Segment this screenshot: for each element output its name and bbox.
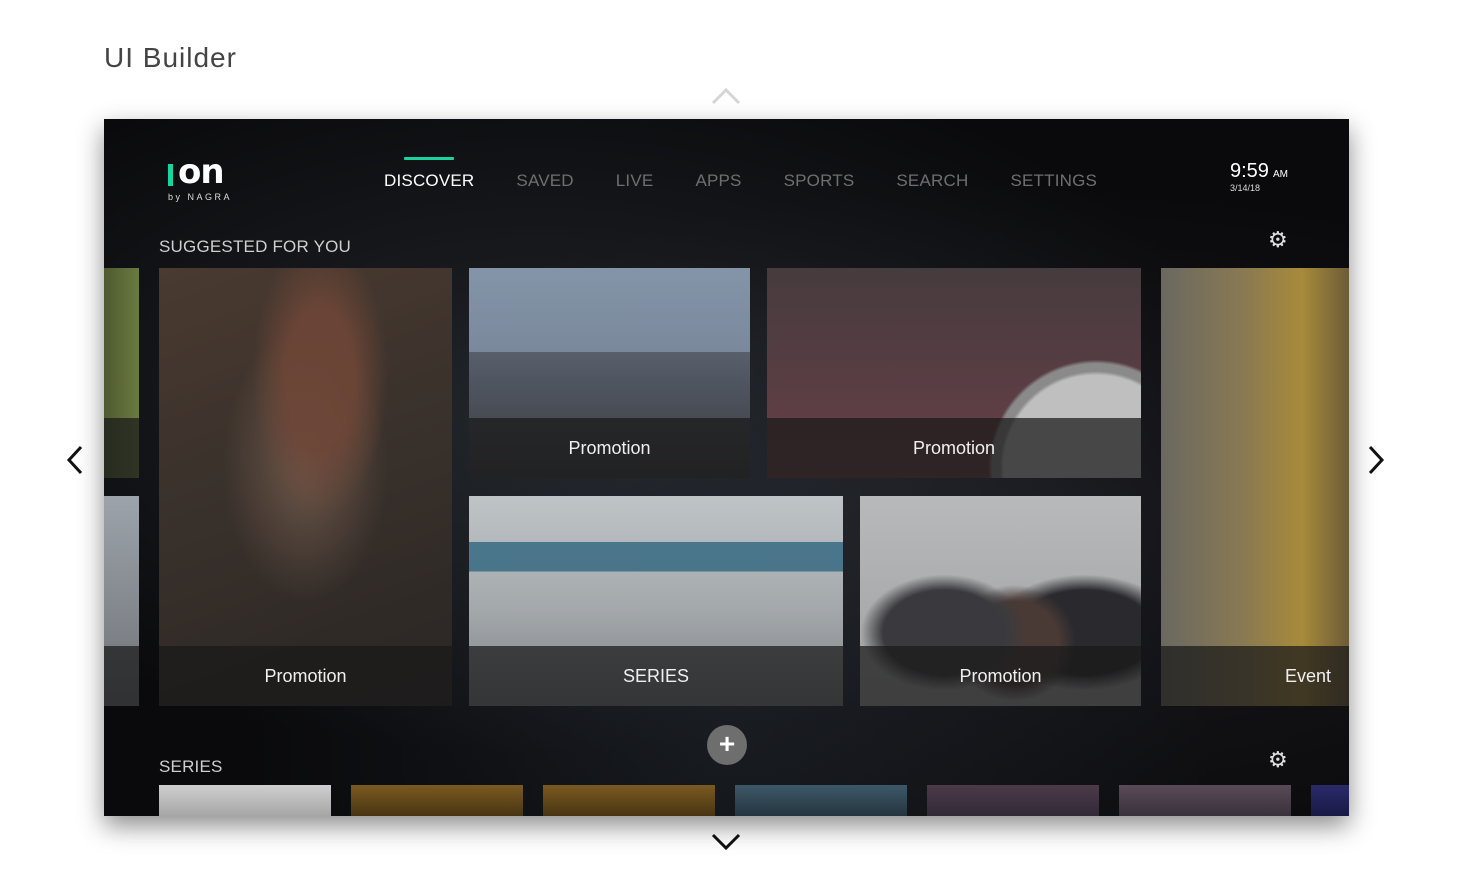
tile-label: Promotion [469,418,750,478]
gear-icon[interactable]: ⚙ [1268,749,1288,771]
tile-partial-left-top[interactable] [104,268,139,478]
tile-label: Promotion [767,418,1141,478]
tab-search[interactable]: SEARCH [896,171,968,191]
logo: on by NAGRA [168,152,233,202]
plus-icon[interactable]: + [707,725,747,765]
chevron-up-icon[interactable] [710,86,742,106]
tab-settings[interactable]: SETTINGS [1010,171,1097,191]
tile-promotion-large[interactable]: Promotion [159,268,452,706]
tab-apps[interactable]: APPS [695,171,741,191]
tile-label: Event [1161,646,1349,706]
tab-live[interactable]: LIVE [616,171,654,191]
series-thumbnail[interactable] [1311,785,1349,816]
tile-image [159,268,452,706]
tv-screen: on by NAGRA DISCOVER SAVED LIVE APPS SPO… [104,119,1349,816]
tile-promotion-office[interactable]: Promotion [469,268,750,478]
tile-label: Promotion [159,646,452,706]
chevron-right-icon[interactable] [1365,444,1387,476]
chevron-left-icon[interactable] [64,444,86,476]
tile-series[interactable]: SERIES [469,496,843,706]
tile-promotion-stopwatch[interactable]: Promotion [767,268,1141,478]
tile-event[interactable]: Event [1161,268,1349,706]
tab-saved[interactable]: SAVED [516,171,573,191]
tab-discover[interactable]: DISCOVER [384,157,474,191]
chevron-down-icon[interactable] [710,832,742,852]
clock-time: 9:59 [1230,160,1269,182]
section-title-series: SERIES [159,757,223,776]
series-thumbnail[interactable] [351,785,523,816]
tile-label: Promotion [860,646,1141,706]
series-thumbnail[interactable] [159,785,331,816]
tab-sports[interactable]: SPORTS [784,171,855,191]
clock-date: 3/14/18 [1230,183,1261,193]
top-nav: DISCOVER SAVED LIVE APPS SPORTS SEARCH S… [384,157,1139,191]
tile-promotion-trio[interactable]: Promotion [860,496,1141,706]
clock-ampm: AM [1272,169,1288,180]
series-thumbnail[interactable] [735,785,907,816]
gear-icon[interactable]: ⚙ [1268,229,1288,251]
section-title-suggested: SUGGESTED FOR YOU [159,237,352,256]
tile-image [1161,268,1349,706]
tile-label: SERIES [469,646,843,706]
logo-subtitle: by NAGRA [168,192,233,202]
series-thumbnail[interactable] [927,785,1099,816]
tile-partial-left-bottom[interactable] [104,496,139,706]
clock: 9:59 AM 3/14/18 [1230,160,1288,193]
series-thumbnail[interactable] [543,785,715,816]
series-thumbnail[interactable] [1119,785,1291,816]
page-title: UI Builder [104,42,237,73]
